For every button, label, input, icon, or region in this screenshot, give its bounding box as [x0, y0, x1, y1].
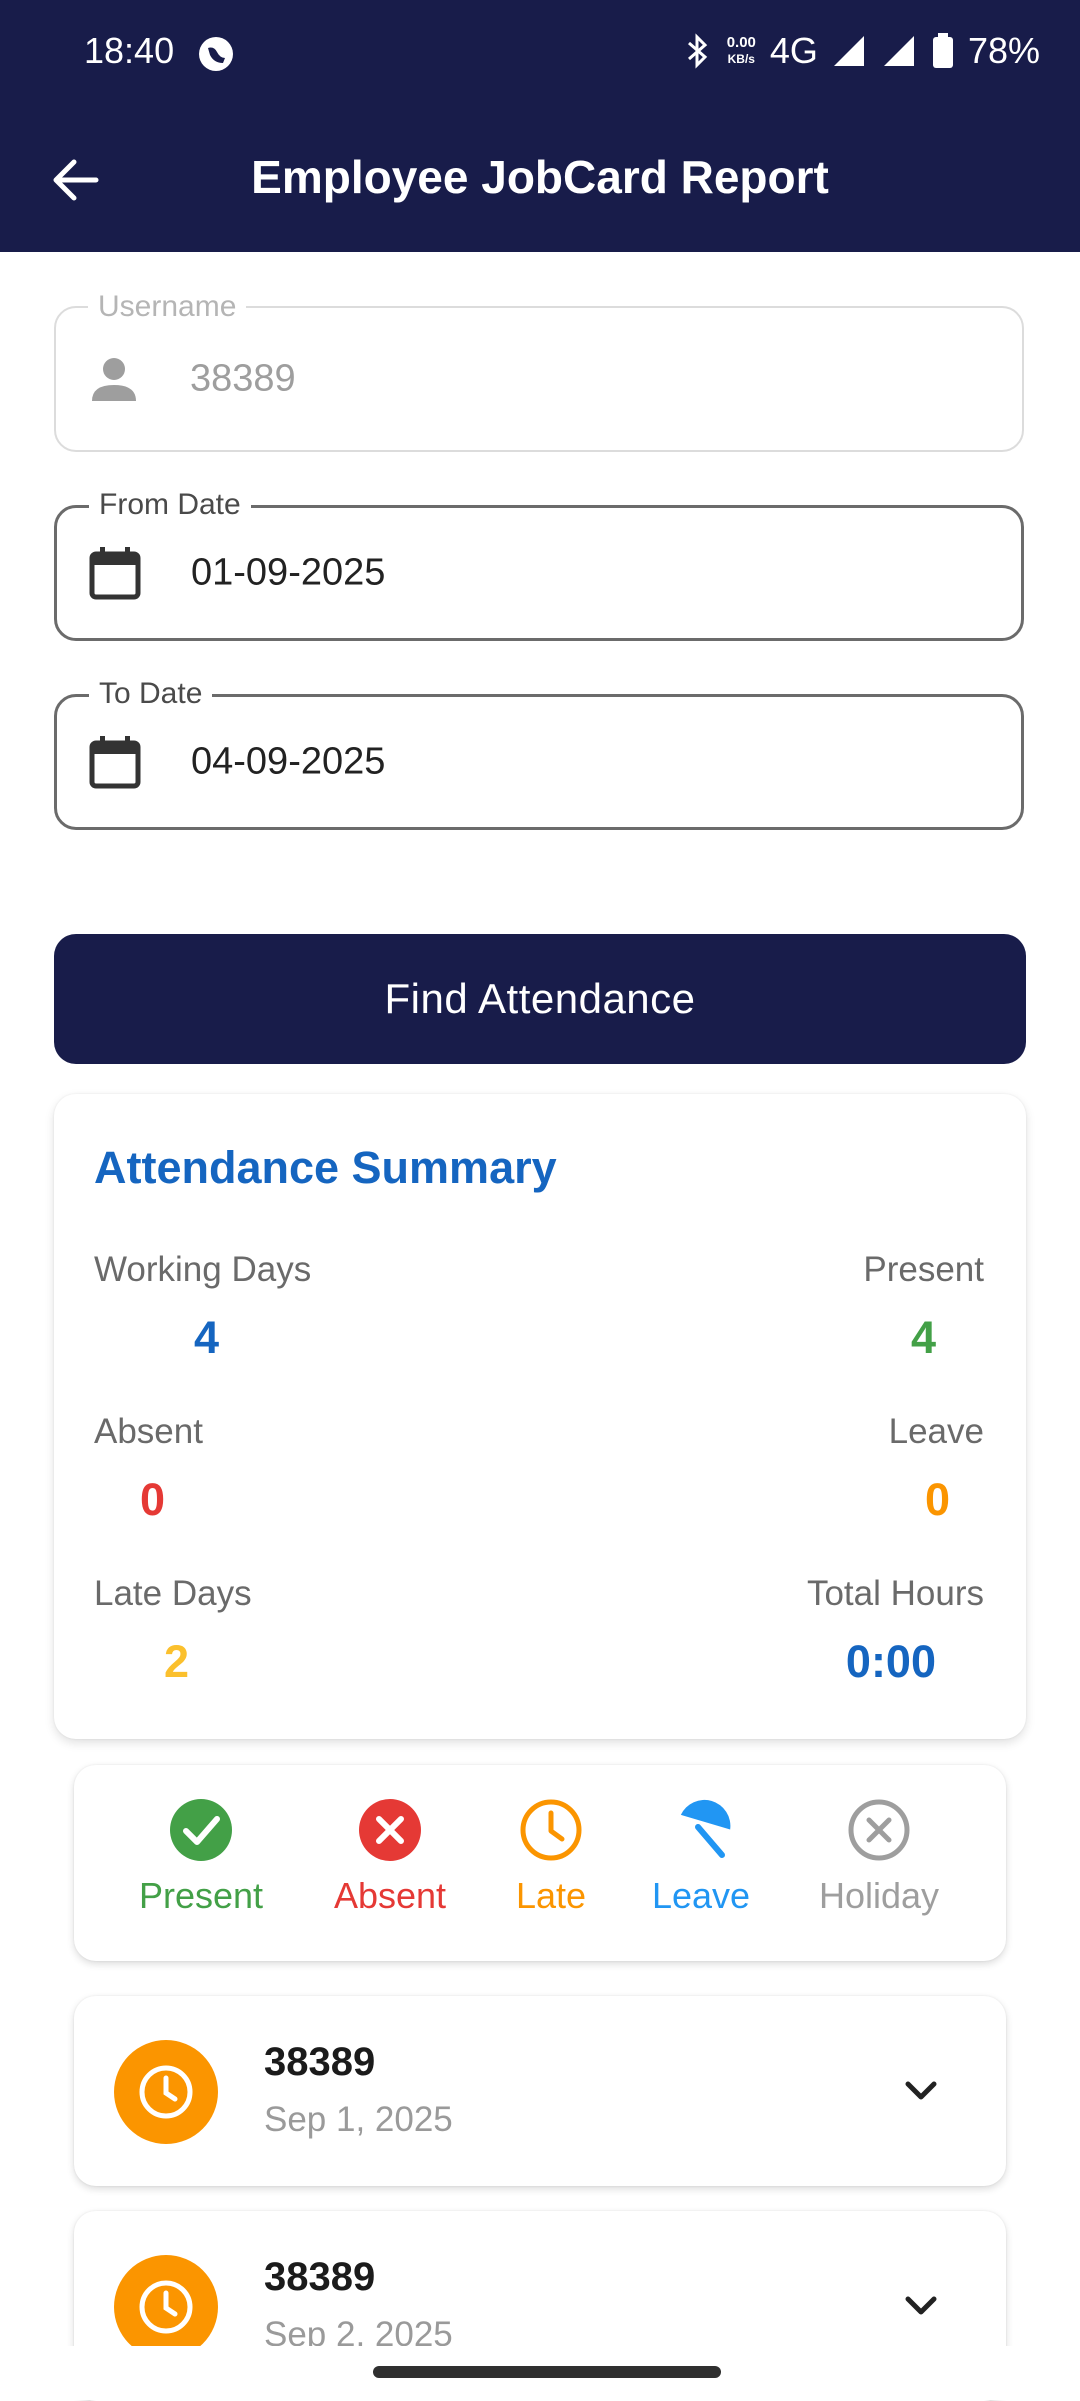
person-icon [92, 358, 136, 401]
battery-level: 78% [967, 30, 1040, 71]
status-right: 0.00 KB/s 4G 78% [683, 30, 1040, 72]
clock-icon [520, 1799, 582, 1861]
record-id: 38389 [264, 2040, 376, 2084]
legend-present: Present [111, 1797, 291, 1917]
umbrella-icon [680, 1799, 731, 1858]
to-date-value: 04-09-2025 [191, 740, 386, 783]
status-time: 18:40 [84, 30, 175, 71]
app-notification-icon [199, 37, 233, 71]
battery-icon [932, 33, 953, 68]
app-header: 18:40 0.00 KB/s 4G 78% Employee JobCard … [0, 0, 1080, 252]
legend-holiday: Holiday [789, 1797, 969, 1917]
from-date-field[interactable]: From Date 01-09-2025 [54, 488, 1024, 641]
attendance-record[interactable]: 38389 Sep 1, 2025 [74, 1996, 1006, 2186]
late-status-avatar [114, 2255, 218, 2359]
username-field[interactable]: Username 38389 [54, 290, 1024, 452]
clock-icon [139, 2065, 193, 2119]
chevron-down-icon[interactable] [896, 2066, 946, 2116]
from-date-value: 01-09-2025 [191, 551, 386, 594]
signal-icon-2 [883, 36, 914, 66]
late-days-label: Late Days [94, 1574, 252, 1613]
working-days-value: 4 [194, 1312, 220, 1363]
present-label: Present [863, 1250, 984, 1289]
late-status-avatar [114, 2040, 218, 2144]
holiday-x-icon [848, 1799, 910, 1861]
to-date-label: To Date [89, 677, 213, 711]
cancel-circle-icon [359, 1799, 421, 1861]
home-indicator[interactable] [373, 2366, 721, 2378]
network-speed: 0.00 KB/s [726, 34, 756, 66]
calendar-icon [89, 547, 141, 600]
record-date: Sep 1, 2025 [264, 2100, 453, 2139]
username-value: 38389 [190, 357, 296, 400]
clock-icon [139, 2280, 193, 2334]
total-hours-label: Total Hours [806, 1574, 984, 1613]
legend-leave: Leave [611, 1797, 791, 1917]
legend-absent: Absent [300, 1797, 480, 1917]
check-circle-icon [170, 1799, 232, 1861]
signal-icon [833, 36, 864, 66]
username-label: Username [88, 290, 247, 324]
page-title: Employee JobCard Report [251, 151, 829, 203]
bluetooth-icon [687, 33, 707, 69]
present-value: 4 [910, 1312, 936, 1363]
leave-label: Leave [888, 1412, 984, 1451]
total-hours-value: 0:00 [845, 1636, 936, 1687]
absent-value: 0 [140, 1474, 166, 1525]
working-days-label: Working Days [94, 1250, 312, 1289]
leave-value: 0 [924, 1474, 950, 1525]
absent-label: Absent [94, 1412, 203, 1451]
summary-title: Attendance Summary [94, 1142, 557, 1193]
from-date-label: From Date [89, 488, 251, 522]
attendance-summary-card: Attendance Summary Working Days 4 Presen… [54, 1094, 1026, 1739]
status-legend: Present Absent Late Leave Holiday [74, 1765, 1006, 1961]
network-type: 4G [769, 30, 818, 71]
chevron-down-icon[interactable] [896, 2281, 946, 2331]
late-days-value: 2 [164, 1636, 190, 1687]
to-date-field[interactable]: To Date 04-09-2025 [54, 677, 1024, 830]
record-id: 38389 [264, 2255, 376, 2299]
find-attendance-button[interactable]: Find Attendance [54, 934, 1026, 1064]
calendar-icon [89, 736, 141, 789]
